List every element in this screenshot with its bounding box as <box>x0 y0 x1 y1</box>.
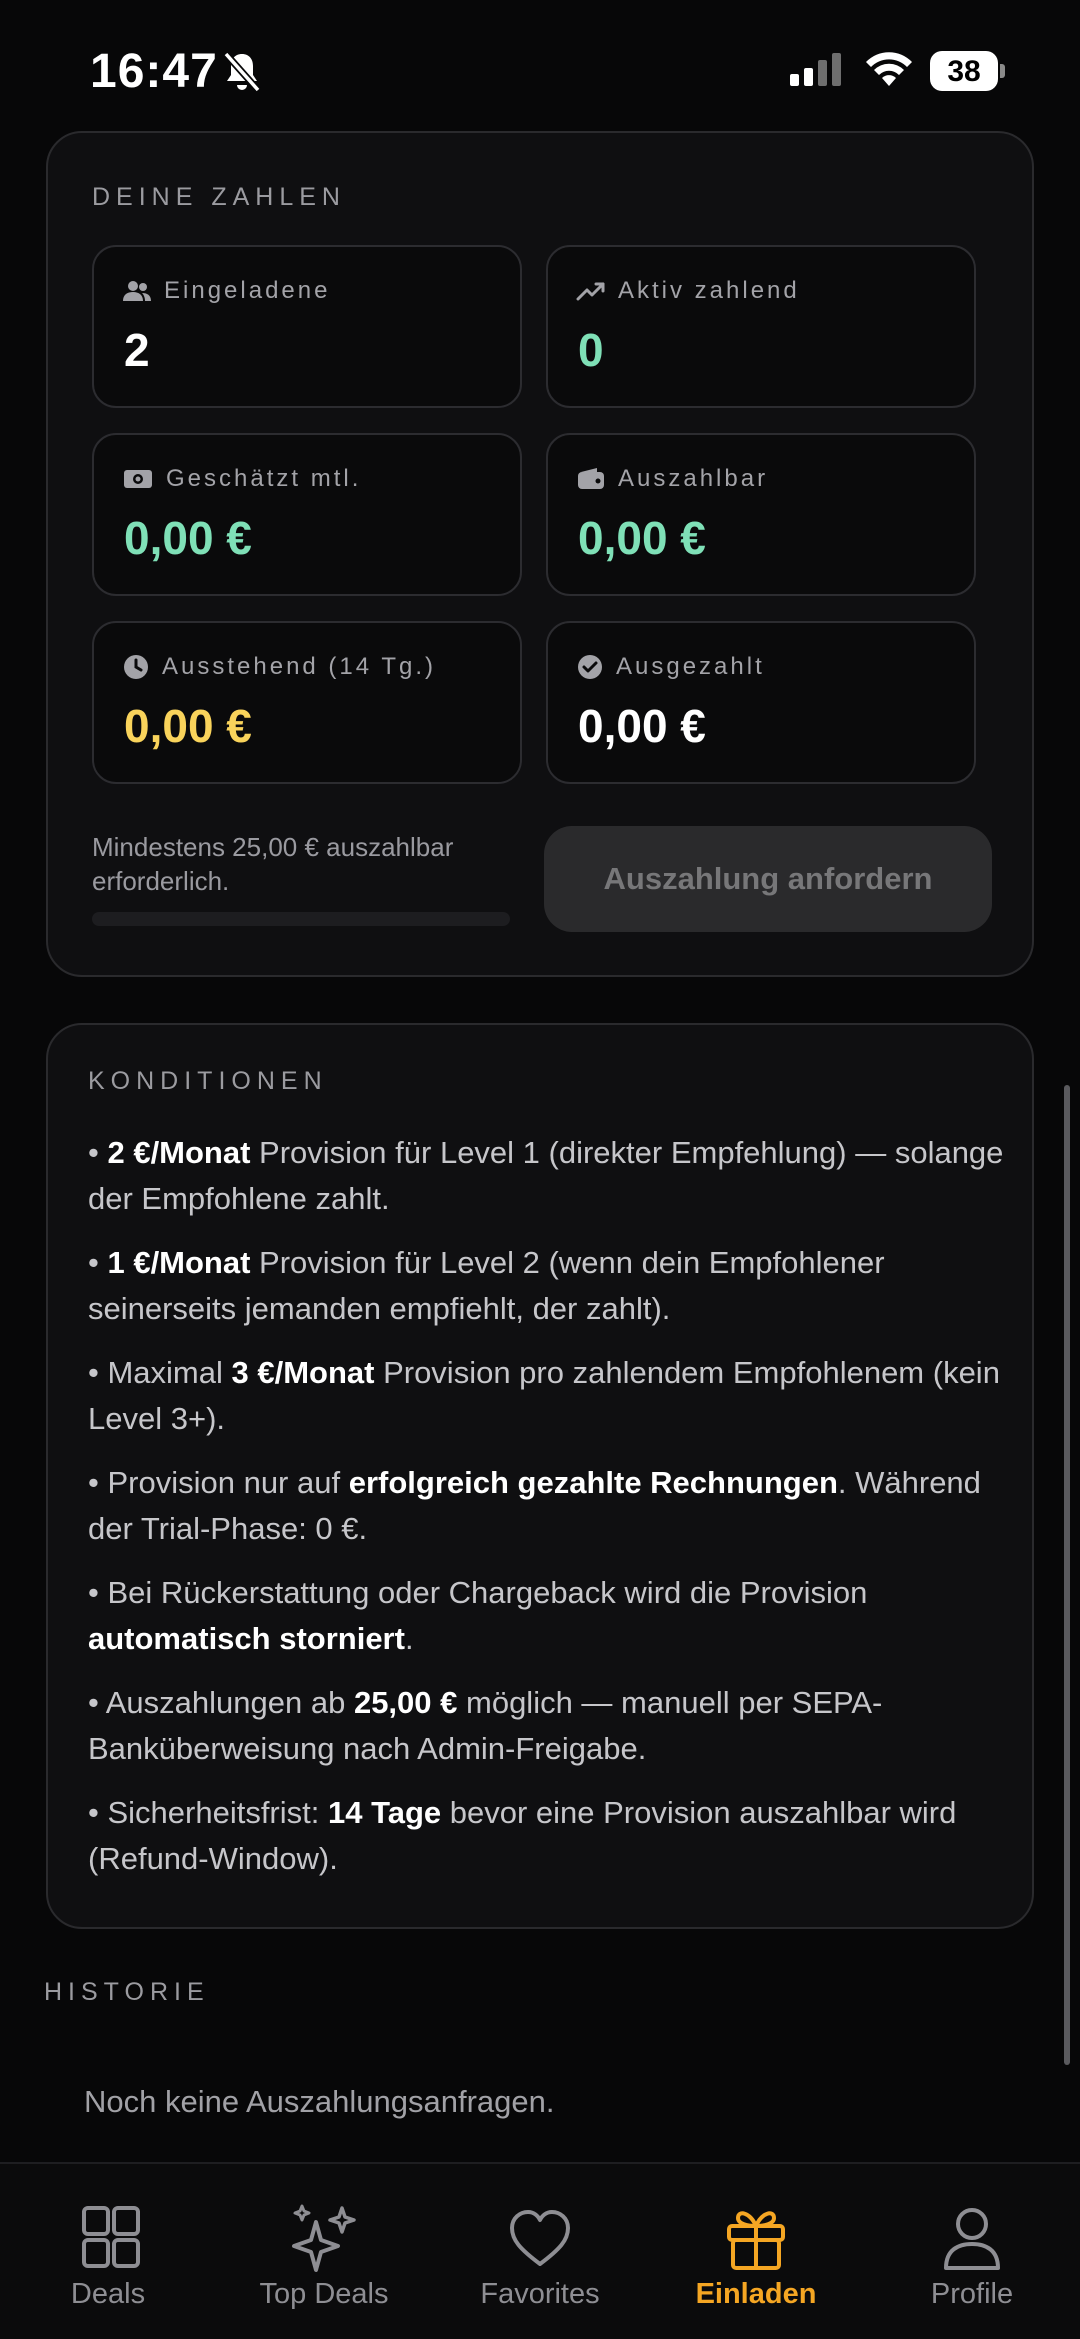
gift-icon <box>727 2211 785 2270</box>
sparkles-icon <box>292 2204 356 2272</box>
history-empty-text: Noch keine Auszahlungsanfragen. <box>84 2084 555 2119</box>
scrollbar[interactable] <box>1064 1085 1070 2065</box>
stat-estimated-monthly: Geschätzt mtl. 0,00 € <box>92 433 522 596</box>
cellular-signal-icon <box>790 53 841 86</box>
condition-item: • Sicherheitsfrist: 14 Tage bevor eine P… <box>88 1790 1008 1882</box>
condition-item: • Maximal 3 €/Monat Provision pro zahlen… <box>88 1350 1008 1442</box>
heart-icon <box>510 2210 570 2266</box>
tab-bar: Deals Top Deals Favorites Einladen Profi… <box>0 2162 1080 2339</box>
stat-label: Ausgezahlt <box>616 653 765 680</box>
stat-active-paying: Aktiv zahlend 0 <box>546 245 976 408</box>
stat-label: Ausstehend (14 Tg.) <box>162 653 437 680</box>
grid-icon <box>82 2206 140 2268</box>
conditions-title: KONDITIONEN <box>88 1067 328 1095</box>
condition-highlight: erfolgreich gezahlte Rechnungen <box>348 1465 838 1500</box>
condition-text: • Maximal <box>88 1355 232 1390</box>
condition-highlight: 25,00 € <box>353 1685 458 1720</box>
check-circle-icon <box>578 655 602 679</box>
bell-muted-icon <box>223 51 261 93</box>
users-icon <box>123 281 151 301</box>
clock-icon <box>124 655 148 679</box>
stat-label: Eingeladene <box>164 277 331 304</box>
battery-level: 38 <box>947 55 981 88</box>
user-icon <box>944 2208 1000 2270</box>
stat-value: 0,00 € <box>124 512 252 564</box>
minimum-payout-note: Mindestens 25,00 € auszahlbar erforderli… <box>92 832 454 896</box>
history-title: HISTORIE <box>44 1978 210 2006</box>
stat-pending: Ausstehend (14 Tg.) 0,00 € <box>92 621 522 784</box>
tab-label: Deals <box>70 2278 146 2310</box>
condition-item: • 1 €/Monat Provision für Level 2 (wenn … <box>88 1240 1008 1332</box>
condition-highlight: 14 Tage <box>327 1795 442 1830</box>
payout-progress-bar <box>92 912 510 926</box>
money-icon <box>124 470 152 488</box>
stat-invited: Eingeladene 2 <box>92 245 522 408</box>
condition-text: • <box>88 1135 108 1170</box>
stat-value: 0,00 € <box>578 700 706 752</box>
stat-value: 0 <box>578 324 604 376</box>
wallet-icon <box>578 468 604 489</box>
condition-item: • 2 €/Monat Provision für Level 1 (direk… <box>88 1130 1008 1222</box>
battery-indicator: 38 <box>930 51 1005 91</box>
stat-value: 2 <box>124 324 150 376</box>
numbers-card: DEINE ZAHLEN Eingeladene 2 Aktiv zahlend… <box>46 131 1034 977</box>
status-bar: 16:47 38 <box>0 0 1080 135</box>
stat-payable: Auszahlbar 0,00 € <box>546 433 976 596</box>
conditions-list: • 2 €/Monat Provision für Level 1 (direk… <box>88 1130 1008 1900</box>
stat-label: Geschätzt mtl. <box>166 465 362 492</box>
tab-label: Profile <box>930 2278 1014 2310</box>
stat-label: Aktiv zahlend <box>618 277 800 304</box>
status-time: 16:47 <box>90 45 218 98</box>
tab-profile[interactable]: Profile <box>864 2204 1080 2311</box>
condition-text: • Bei Rückerstattung oder Chargeback wir… <box>88 1575 868 1610</box>
tab-label: Top Deals <box>259 2278 389 2310</box>
stat-label: Auszahlbar <box>618 465 769 492</box>
numbers-title: DEINE ZAHLEN <box>92 183 346 211</box>
tab-top-deals[interactable]: Top Deals <box>216 2204 432 2311</box>
condition-highlight: 3 €/Monat <box>231 1355 375 1390</box>
tab-deals[interactable]: Deals <box>0 2204 216 2311</box>
condition-text: • Auszahlungen ab <box>88 1685 354 1720</box>
tab-label: Favorites <box>480 2278 600 2310</box>
wifi-icon <box>866 52 912 86</box>
condition-highlight: 2 €/Monat <box>107 1135 251 1170</box>
condition-item: • Auszahlungen ab 25,00 € möglich — manu… <box>88 1680 1008 1772</box>
condition-text: • Provision nur auf <box>88 1465 349 1500</box>
condition-text: • <box>88 1245 108 1280</box>
condition-item: • Provision nur auf erfolgreich gezahlte… <box>88 1460 1008 1552</box>
stat-value: 0,00 € <box>578 512 706 564</box>
condition-highlight: automatisch storniert <box>88 1621 405 1656</box>
conditions-card: KONDITIONEN • 2 €/Monat Provision für Le… <box>46 1023 1034 1929</box>
tab-label: Einladen <box>695 2278 817 2310</box>
stat-paid-out: Ausgezahlt 0,00 € <box>546 621 976 784</box>
condition-item: • Bei Rückerstattung oder Chargeback wir… <box>88 1570 1008 1662</box>
trending-up-icon <box>576 282 605 301</box>
condition-text: • Sicherheitsfrist: <box>88 1795 328 1830</box>
tab-favorites[interactable]: Favorites <box>432 2204 648 2311</box>
condition-text: . <box>404 1621 414 1656</box>
tab-invite[interactable]: Einladen <box>648 2204 864 2311</box>
request-payout-button[interactable]: Auszahlung anfordern <box>544 826 992 932</box>
condition-highlight: 1 €/Monat <box>107 1245 251 1280</box>
stat-value: 0,00 € <box>124 700 252 752</box>
